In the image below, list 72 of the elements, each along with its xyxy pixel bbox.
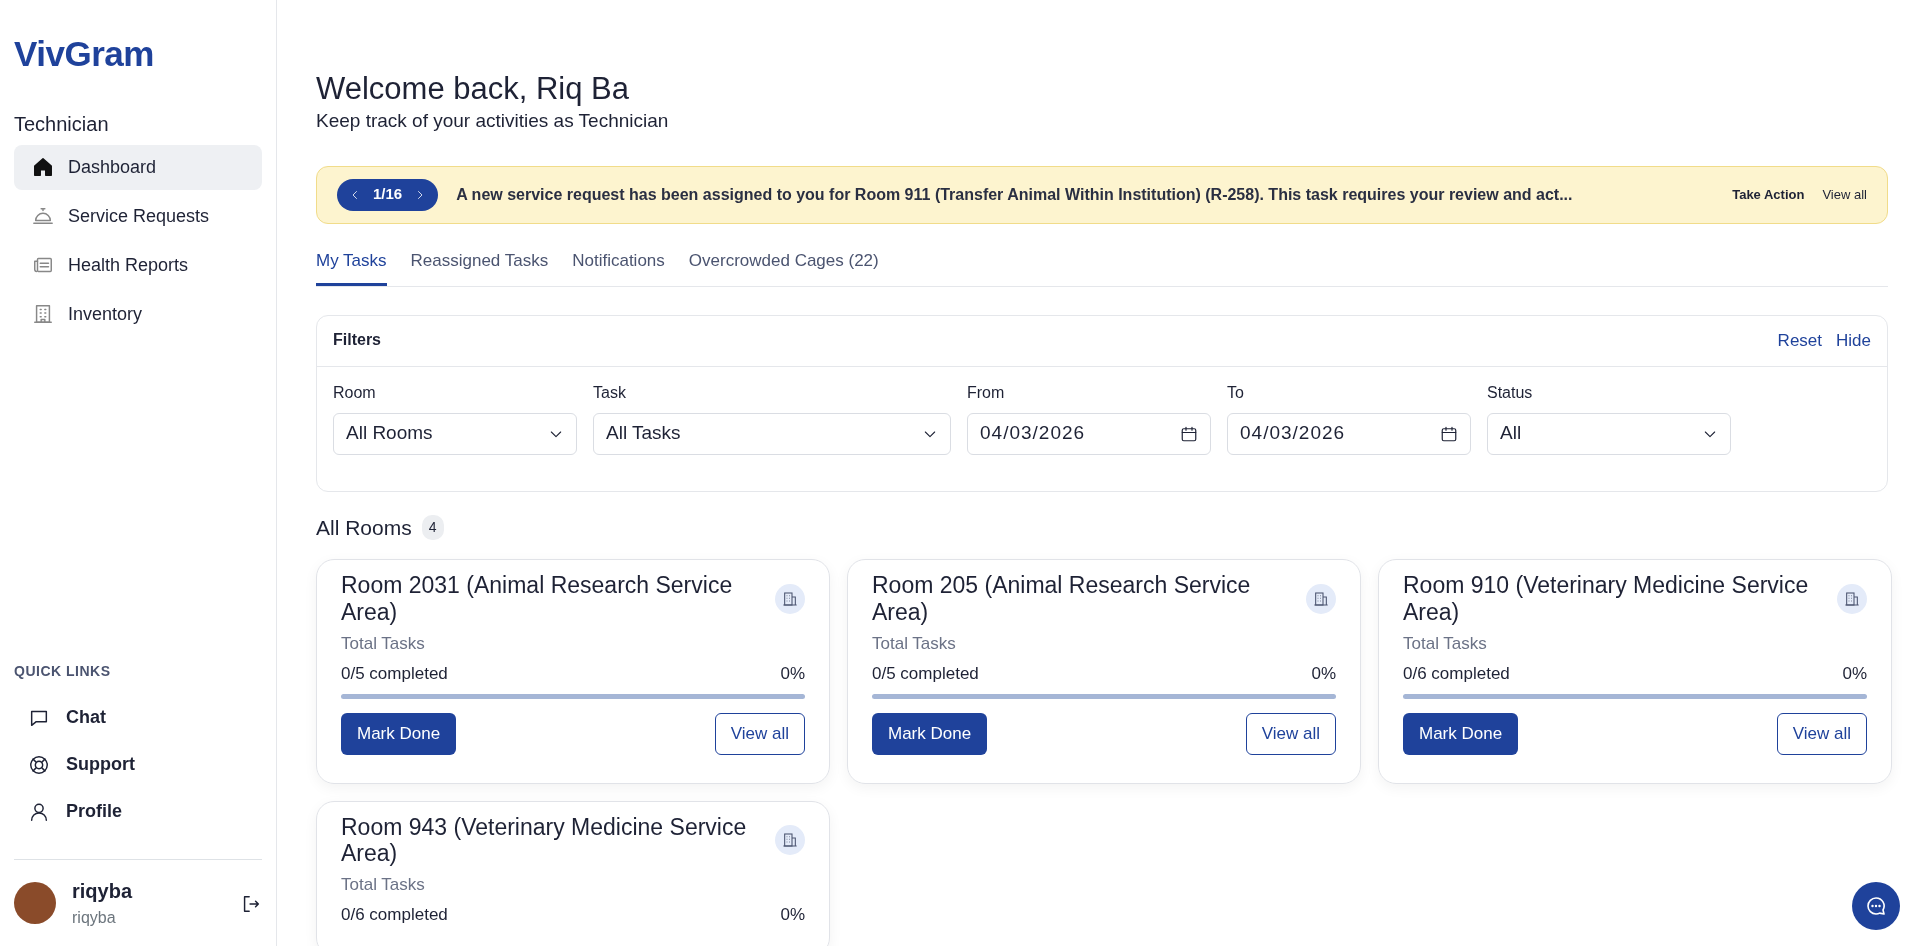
quick-link[interactable]: Chat	[14, 694, 262, 741]
completed-count: 0/6 completed	[1403, 662, 1510, 685]
user-name: riqyba	[72, 879, 134, 904]
room-title: Room 2031 (Animal Research Service Area)	[341, 572, 734, 626]
panel-title: Filters	[333, 330, 381, 351]
completed-count: 0/5 completed	[872, 662, 979, 685]
building-icon	[775, 825, 805, 855]
stat-label: Total Tasks	[341, 874, 426, 897]
page-counter: 1/16	[373, 184, 403, 205]
quick-link[interactable]: Profile	[14, 788, 262, 835]
room-title: Room 910 (Veterinary Medicine Service Area)	[1403, 572, 1810, 626]
view-all-link[interactable]: View all	[1822, 184, 1867, 205]
building-icon	[1306, 583, 1336, 614]
sidebar-item[interactable]: Inventory	[14, 291, 262, 337]
completed-count: 0/6 completed	[341, 903, 448, 926]
mark-done-button[interactable]: Mark Done	[1403, 713, 1519, 755]
tab[interactable]: Overcrowded Cages (22)	[688, 241, 879, 287]
building-icon	[1837, 583, 1867, 614]
hide-link[interactable]: Hide	[1836, 331, 1871, 351]
section-title: All Rooms	[316, 514, 412, 541]
tab[interactable]: Notifications	[572, 241, 665, 287]
user-handle: riqyba	[72, 908, 117, 928]
take-action-link[interactable]: Take Action	[1732, 184, 1805, 205]
dropdown[interactable]: All	[1487, 412, 1731, 455]
home-icon	[32, 156, 54, 178]
page-title: Welcome back, Riq Ba	[316, 70, 630, 108]
logo: VivGram	[14, 33, 155, 75]
tab[interactable]: Reassigned Tasks	[410, 241, 549, 287]
view-all-button[interactable]: View all	[714, 713, 805, 755]
percent-value: 0%	[780, 662, 805, 685]
stat-label: Total Tasks	[1403, 633, 1488, 656]
mark-done-button[interactable]: Mark Done	[872, 713, 988, 755]
date-field[interactable]: 04/03/2026	[1227, 412, 1471, 455]
calendar-icon	[1180, 424, 1198, 443]
stat-label: Total Tasks	[872, 633, 957, 656]
chat-button[interactable]	[1852, 882, 1900, 930]
field-label: Status	[1487, 382, 1534, 403]
view-all-button[interactable]: View all	[1776, 713, 1867, 755]
sidebar-item[interactable]: Health Reports	[14, 242, 262, 288]
room-title: Room 205 (Animal Research Service Area)	[872, 572, 1252, 626]
page-subtitle: Keep track of your activities as Technician	[316, 109, 670, 134]
sidebar-item[interactable]: Service Requests	[14, 193, 262, 239]
calendar-icon	[1440, 424, 1458, 443]
service-bell-icon	[32, 205, 54, 227]
field-label: To	[1227, 382, 1245, 403]
field-label: Room	[333, 382, 377, 403]
tab[interactable]: My Tasks	[316, 241, 387, 287]
section-heading: QUICK LINKS	[14, 662, 112, 681]
view-all-button[interactable]: View all	[1245, 713, 1336, 755]
dropdown[interactable]: All Rooms	[333, 412, 577, 455]
chat-bubble-icon	[1864, 894, 1888, 918]
role-label: Technician	[14, 111, 110, 137]
sidebar-item[interactable]: Dashboard	[14, 144, 262, 190]
room-title: Room 943 (Veterinary Medicine Service Area)	[341, 813, 748, 867]
count-badge: 4	[421, 514, 444, 540]
date-field[interactable]: 04/03/2026	[967, 412, 1211, 455]
lifebuoy-icon	[28, 753, 50, 776]
completed-count: 0/5 completed	[341, 662, 448, 685]
field-label: Task	[593, 382, 627, 403]
percent-value: 0%	[780, 903, 805, 926]
reset-link[interactable]: Reset	[1777, 331, 1823, 351]
percent-value: 0%	[1842, 662, 1867, 685]
dropdown[interactable]: All Tasks	[593, 412, 951, 455]
quick-link[interactable]: Support	[14, 741, 262, 788]
notification-message: A new service request has been assigned to you for Room 911 (Transfer Animal Within Institution) (R-258). This task requires your review and act...	[456, 184, 1574, 205]
stat-label: Total Tasks	[341, 633, 426, 656]
mark-done-button[interactable]: Mark Done	[341, 713, 457, 755]
building-icon	[32, 303, 54, 325]
avatar	[14, 882, 56, 924]
percent-value: 0%	[1311, 662, 1336, 685]
field-label: From	[967, 382, 1006, 403]
building-icon	[775, 583, 805, 614]
